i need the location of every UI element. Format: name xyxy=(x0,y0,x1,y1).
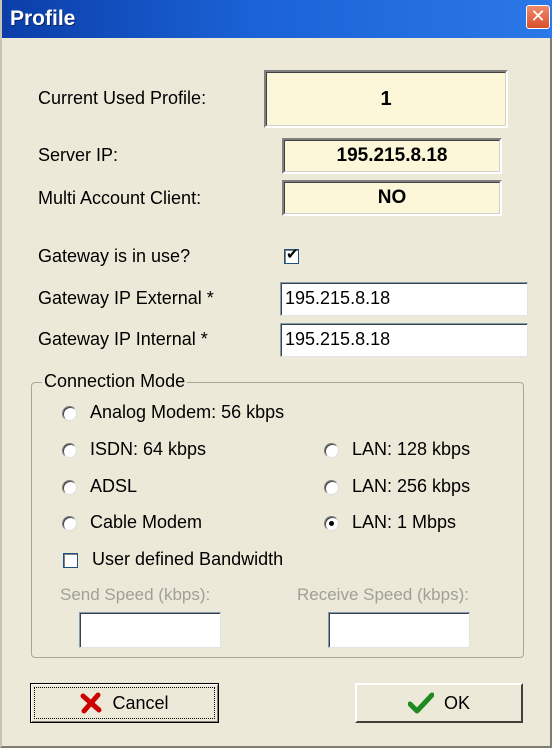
radio-isdn-label[interactable]: ISDN: 64 kbps xyxy=(90,439,206,460)
send-speed-label: Send Speed (kbps): xyxy=(60,585,211,604)
radio-lan-128-label[interactable]: LAN: 128 kbps xyxy=(352,439,470,460)
server-ip-value: 195.215.8.18 xyxy=(282,138,502,174)
radio-analog-modem-circle[interactable] xyxy=(62,406,77,421)
receive-speed-input[interactable] xyxy=(328,612,470,648)
radio-isdn-circle[interactable] xyxy=(62,443,77,458)
cancel-button[interactable]: Cancel xyxy=(30,683,219,723)
user-defined-checkbox[interactable] xyxy=(63,553,78,568)
server-ip-bevel xyxy=(284,140,500,172)
gateway-external-label: Gateway IP External * xyxy=(38,288,214,308)
radio-selected-dot xyxy=(329,521,334,526)
radio-lan-128-circle[interactable] xyxy=(324,443,339,458)
server-ip-label: Server IP: xyxy=(38,145,119,165)
focus-ring xyxy=(34,687,215,719)
radio-lan-1mbps-label[interactable]: LAN: 1 Mbps xyxy=(352,512,456,533)
current-profile-bevel xyxy=(266,72,506,126)
close-icon[interactable]: ✕ xyxy=(526,5,550,29)
current-profile-value: 1 xyxy=(264,70,508,128)
radio-adsl-circle[interactable] xyxy=(62,480,77,495)
radio-analog-modem-label[interactable]: Analog Modem: 56 kbps xyxy=(90,402,284,423)
profile-dialog: Profile ✕ Current Used Profile: 1 Server… xyxy=(0,0,552,748)
connection-mode-title: Connection Mode xyxy=(42,371,188,392)
multi-account-value: NO xyxy=(282,180,502,216)
gateway-external-input[interactable]: 195.215.8.18 xyxy=(280,282,528,316)
user-defined-label[interactable]: User defined Bandwidth xyxy=(92,549,283,570)
radio-adsl-label[interactable]: ADSL xyxy=(90,476,137,497)
current-profile-label: Current Used Profile: xyxy=(38,88,207,108)
gateway-in-use-label: Gateway is in use? xyxy=(38,246,191,266)
radio-cable-modem-label[interactable]: Cable Modem xyxy=(90,512,202,533)
ok-label: OK xyxy=(443,692,470,713)
multi-account-bevel xyxy=(284,182,500,214)
gateway-in-use-checkbox[interactable]: ✔ xyxy=(284,246,299,264)
multi-account-label: Multi Account Client: xyxy=(38,188,202,208)
gateway-internal-input[interactable]: 195.215.8.18 xyxy=(280,323,528,357)
radio-lan-1mbps-circle[interactable] xyxy=(324,516,339,531)
radio-lan-256-circle[interactable] xyxy=(324,480,339,495)
gateway-internal-label: Gateway IP Internal * xyxy=(38,329,208,349)
title-bar[interactable]: Profile ✕ xyxy=(2,0,552,38)
ok-button[interactable]: OK xyxy=(355,683,523,723)
send-speed-input[interactable] xyxy=(79,612,221,648)
radio-cable-modem-circle[interactable] xyxy=(62,516,77,531)
window-title: Profile xyxy=(10,7,76,30)
check-icon: ✔ xyxy=(286,246,299,263)
ok-check-icon xyxy=(407,692,434,714)
receive-speed-label: Receive Speed (kbps): xyxy=(297,585,469,604)
radio-lan-256-label[interactable]: LAN: 256 kbps xyxy=(352,476,470,497)
